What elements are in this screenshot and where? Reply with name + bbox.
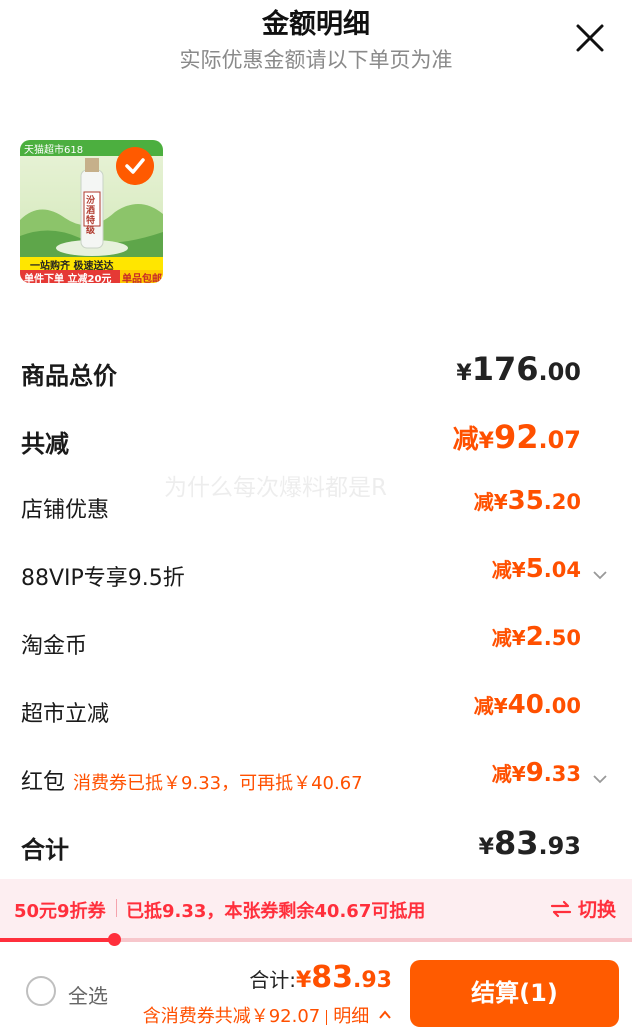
row-grand-total: 合计 ¥83.93 [0, 824, 632, 868]
row-label: 合计 [21, 836, 69, 864]
chevron-down-icon[interactable] [591, 566, 609, 584]
coupon-description: 已抵9.33，本张券剩余40.67可抵用 [126, 901, 426, 922]
checkout-button[interactable]: 结算(1) [410, 960, 619, 1027]
radio-icon[interactable] [26, 976, 56, 1006]
select-all-label: 全选 [68, 984, 108, 1008]
row-value: 减¥5.04 [491, 554, 581, 584]
product-badge-text: 天猫超市618 [24, 145, 84, 156]
row-shop-discount: 店铺优惠 减¥35.20 [0, 486, 632, 530]
row-value: 减¥2.50 [491, 622, 581, 652]
row-label: 红包 消费券已抵￥9.33，可再抵￥40.67 [21, 770, 363, 795]
page-title: 金额明细 [262, 9, 370, 40]
row-value: 减¥92.07 [452, 418, 581, 456]
chevron-down-icon[interactable] [591, 770, 609, 788]
coupon-progress-fill [0, 938, 114, 942]
row-taojinbi: 淘金币 减¥2.50 [0, 622, 632, 666]
row-label: 商品总价 [21, 362, 117, 390]
product-banner-line2: 单件下单 立减20元 [24, 274, 112, 283]
checkmark-icon[interactable] [116, 147, 154, 185]
row-subtotal: 商品总价 ¥176.00 [0, 350, 632, 394]
row-value: 减¥9.33 [491, 758, 581, 788]
row-value: 减¥35.20 [473, 486, 581, 516]
row-value: 减¥40.00 [473, 690, 581, 720]
row-label: 淘金币 [21, 634, 88, 659]
row-red-packet[interactable]: 红包 消费券已抵￥9.33，可再抵￥40.67 减¥9.33 [0, 758, 632, 802]
coupon-switch-button[interactable]: 切换 [550, 895, 616, 922]
row-total-discount: 共减 减¥92.07 [0, 418, 632, 462]
coupon-tag: 50元9折券 [14, 901, 106, 922]
row-label: 超市立减 [21, 702, 110, 727]
detail-link-label: 明细 [333, 1006, 370, 1027]
row-label: 88VIP专享9.5折 [21, 566, 185, 591]
coupon-bar: 50元9折券 已抵9.33，本张券剩余40.67可抵用 切换 [0, 879, 632, 938]
row-label: 店铺优惠 [21, 498, 110, 523]
coupon-switch-label: 切换 [578, 899, 617, 921]
row-supermarket-discount: 超市立减 减¥40.00 [0, 690, 632, 734]
product-bottle-label: 汾酒特级 [86, 196, 96, 236]
footer-total: 合计:¥83.93 [249, 960, 392, 995]
close-icon[interactable] [570, 18, 610, 58]
red-packet-note: 消费券已抵￥9.33，可再抵￥40.67 [73, 773, 363, 794]
footer-detail-link[interactable]: 含消费券共减￥92.07 明细 [143, 1002, 392, 1028]
swap-icon [550, 900, 572, 918]
product-banner-tag: 单品包邮 [122, 274, 162, 283]
row-value: ¥83.93 [478, 824, 581, 862]
coupon-progress-knob [108, 933, 121, 946]
row-vip-discount[interactable]: 88VIP专享9.5折 减¥5.04 [0, 554, 632, 598]
row-label: 共减 [21, 430, 69, 458]
row-value: ¥176.00 [456, 350, 581, 388]
page-subtitle: 实际优惠金额请以下单页为准 [179, 48, 453, 72]
coupon-separator [116, 899, 117, 917]
chevron-up-icon [379, 1010, 391, 1019]
detail-text: 含消费券共减￥92.07 [142, 1006, 321, 1027]
